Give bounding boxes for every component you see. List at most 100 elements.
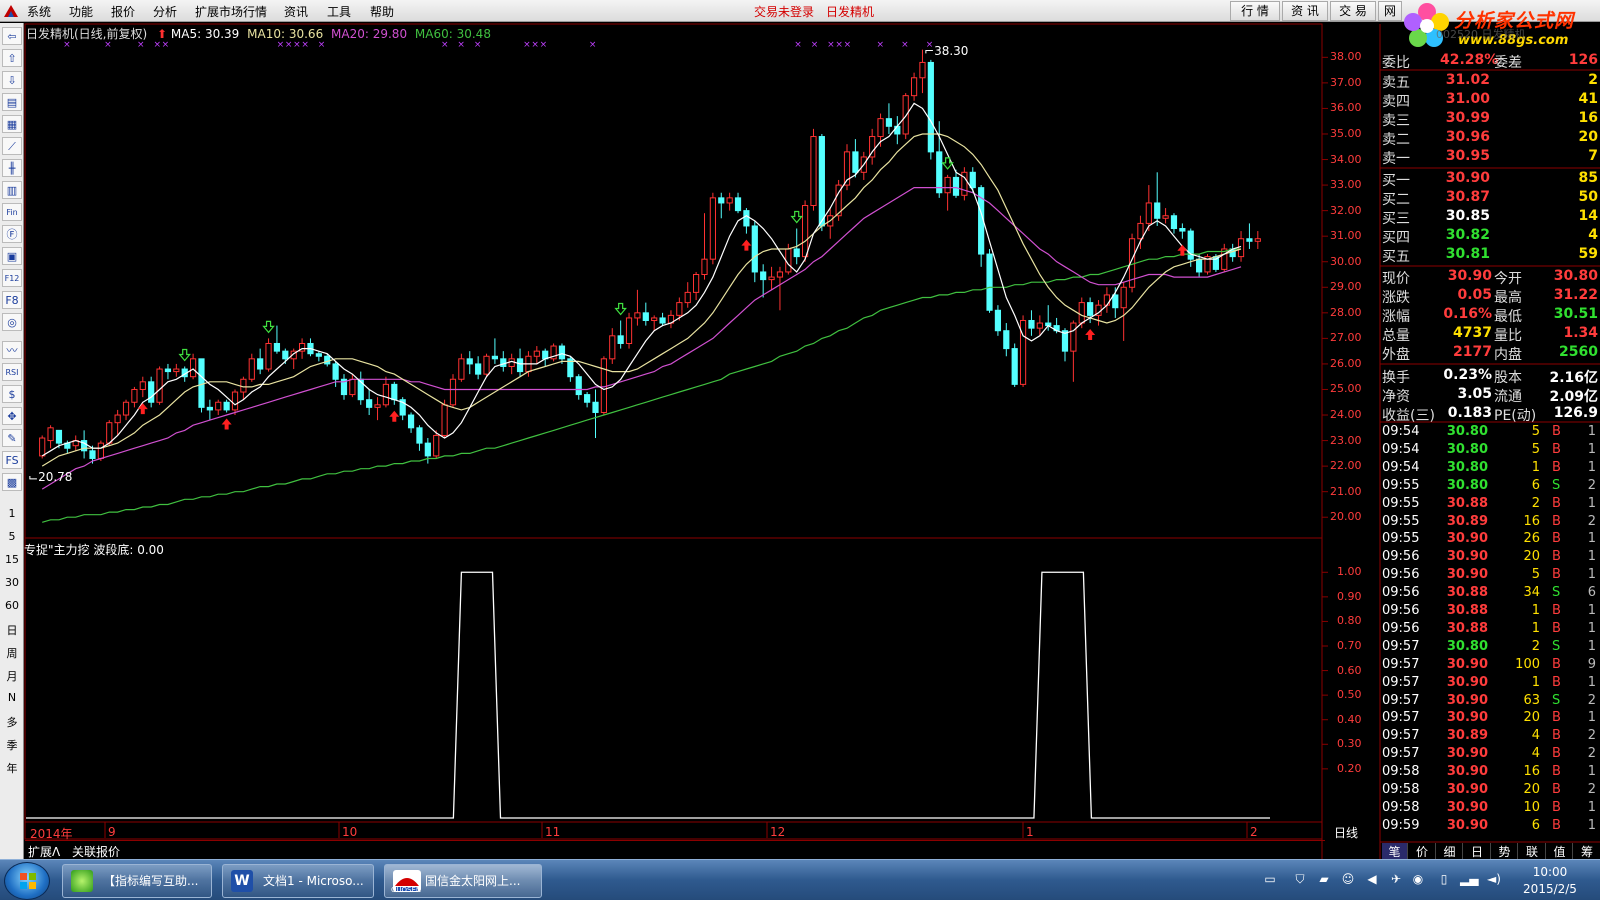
- stat-label: 外盘: [1382, 347, 1410, 363]
- tick-time: 09:55: [1382, 495, 1420, 511]
- stat-value2: 2.09亿: [1549, 389, 1598, 405]
- tick-price: 30.80: [1446, 638, 1488, 654]
- candle: [374, 397, 381, 421]
- buy-level-price: 30.90: [1445, 170, 1490, 186]
- sell-level-volume: 2: [1588, 72, 1598, 88]
- candle: [709, 192, 716, 265]
- bird-icon[interactable]: ✈: [1388, 872, 1404, 888]
- sub-tick-label: 0.50: [1337, 688, 1362, 702]
- tick-time: 09:56: [1382, 585, 1420, 601]
- globe-icon[interactable]: ◉: [1410, 872, 1426, 888]
- tab-related-quote[interactable]: 关联报价: [72, 843, 120, 860]
- buy-level-label: 买一: [1382, 173, 1410, 189]
- sub-tick-label: 1.00: [1337, 565, 1362, 579]
- tick-price: 30.80: [1446, 441, 1488, 457]
- buy-level-label: 买四: [1382, 230, 1410, 246]
- task-indicator-help[interactable]: 【指标编写互助...: [62, 864, 212, 898]
- candle: [366, 389, 373, 416]
- tick-volume: 5: [1531, 424, 1540, 439]
- volume-icon[interactable]: ◄): [1486, 872, 1502, 888]
- task-label: 国信金太阳网上...: [425, 874, 521, 888]
- tick-price: 30.88: [1446, 620, 1488, 636]
- candle: [315, 351, 322, 362]
- buy-arrow-icon: [1085, 329, 1096, 341]
- candle: [1170, 213, 1178, 234]
- right-tab-2[interactable]: 细: [1437, 843, 1463, 859]
- candle: [131, 386, 138, 408]
- candle: [483, 353, 490, 377]
- tick-price: 30.80: [1446, 459, 1488, 475]
- candle: [1028, 310, 1035, 336]
- candle: [827, 208, 834, 239]
- tick-volume: 5: [1531, 441, 1540, 457]
- candle: [810, 128, 817, 211]
- tab-extended[interactable]: 扩展Λ: [28, 843, 60, 860]
- sell-level-price: 30.99: [1445, 110, 1490, 126]
- sell-arrow-icon: [614, 302, 627, 316]
- candle: [206, 399, 213, 421]
- stat-value: 30.90: [1447, 268, 1492, 284]
- speaker-icon[interactable]: ◀: [1364, 872, 1380, 888]
- candle: [592, 389, 599, 439]
- tick-count: 1: [1587, 799, 1596, 815]
- tick-side: B: [1552, 764, 1561, 780]
- clock-date[interactable]: 2015/2/5: [1514, 882, 1586, 896]
- sell-arrow-icon: [790, 210, 803, 224]
- candle: [734, 192, 742, 214]
- tick-price: 30.88: [1446, 603, 1488, 618]
- stat-label2: 最低: [1494, 309, 1522, 325]
- sub-indicator-line: [26, 571, 1270, 819]
- start-button[interactable]: [4, 862, 50, 900]
- candle: [72, 435, 79, 451]
- sell-level-label: 卖三: [1382, 113, 1410, 129]
- buy-level-price: 30.85: [1445, 208, 1490, 224]
- tick-time: 09:57: [1382, 728, 1420, 744]
- tick-volume: 63: [1523, 692, 1540, 708]
- tick-count: 2: [1587, 782, 1596, 797]
- right-tab-3[interactable]: 日: [1465, 843, 1491, 859]
- tick-count: 1: [1587, 603, 1596, 618]
- tick-count: 1: [1587, 531, 1596, 547]
- stat-label: 涨跌: [1382, 290, 1410, 306]
- right-tab-1[interactable]: 价: [1410, 843, 1436, 859]
- task-word-document[interactable]: W 文档1 - Microso...: [222, 864, 374, 898]
- users-icon[interactable]: ☺: [1340, 872, 1356, 888]
- keyboard-icon[interactable]: ▭: [1262, 872, 1278, 888]
- right-tab-6[interactable]: 值: [1547, 843, 1573, 859]
- tick-volume: 20: [1523, 710, 1540, 726]
- stat-value: 0.16%: [1443, 306, 1492, 322]
- tick-side: B: [1552, 549, 1561, 565]
- price-tick-label: 25.00: [1330, 382, 1362, 396]
- tick-price: 30.80: [1446, 424, 1488, 439]
- phone-icon[interactable]: ▯: [1436, 872, 1452, 888]
- right-tab-0[interactable]: 笔: [1382, 843, 1408, 859]
- tick-volume: 5: [1531, 567, 1540, 583]
- task-label: 【指标编写互助...: [103, 874, 199, 888]
- ma20-label: MA20: 29.80: [331, 27, 408, 41]
- right-tab-7[interactable]: 筹: [1575, 843, 1600, 859]
- right-tab-4[interactable]: 势: [1492, 843, 1518, 859]
- stat-label: 净资: [1382, 389, 1410, 405]
- sub-tick-label: 0.90: [1337, 589, 1362, 603]
- tick-side: S: [1552, 638, 1561, 654]
- signal-icon[interactable]: ▂▄: [1460, 872, 1478, 888]
- tick-volume: 2: [1531, 638, 1540, 654]
- candle: [718, 192, 725, 219]
- price-tick-label: 33.00: [1330, 178, 1362, 192]
- low-marker: ⌙20.78: [28, 470, 73, 484]
- battery-icon[interactable]: ▰: [1316, 872, 1332, 888]
- browser-icon: [71, 870, 93, 892]
- price-tick-label: 28.00: [1330, 305, 1362, 319]
- tick-side: B: [1552, 424, 1561, 439]
- tick-price: 30.80: [1446, 477, 1488, 493]
- ma5-label: MA5: 30.39: [170, 27, 240, 41]
- task-guosen-app[interactable]: GUOSEN 国信金太阳网上...: [384, 864, 542, 898]
- clock-time[interactable]: 10:00: [1520, 865, 1580, 879]
- right-tab-5[interactable]: 联: [1520, 843, 1546, 859]
- tick-volume: 4: [1531, 746, 1540, 762]
- tick-count: 1: [1587, 495, 1596, 511]
- shield-icon[interactable]: ⛉: [1292, 872, 1308, 888]
- signal-x-mark: ×: [523, 40, 531, 50]
- sell-level-price: 31.00: [1445, 91, 1490, 107]
- sell-level-price: 31.02: [1445, 72, 1490, 88]
